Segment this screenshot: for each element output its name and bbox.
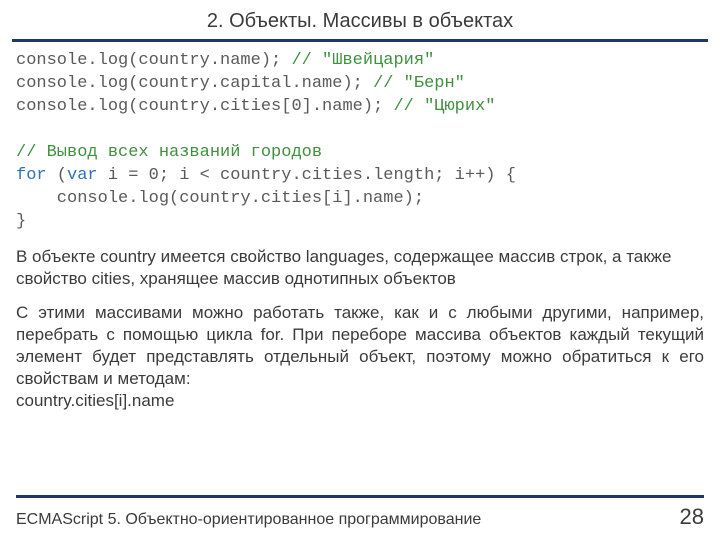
code-line-7: console.log(country.cities[i].name); [16,189,424,208]
slide-header: 2. Объекты. Массивы в объектах [0,0,720,39]
code-line-2: console.log(country.capital.name); // "Б… [16,74,465,93]
paragraph-2: С этими массивами можно работать также, … [16,302,704,390]
footer-title: ECMAScript 5. Объектно-ориентированное п… [16,511,481,529]
page-number: 28 [680,504,704,530]
slide-footer: ECMAScript 5. Объектно-ориентированное п… [0,495,720,540]
paragraph-3: country.cities[i].name [16,390,704,412]
code-line-8: } [16,212,26,231]
code-line-5: // Вывод всех названий городов [16,143,322,162]
slide-title: 2. Объекты. Массивы в объектах [0,10,720,33]
footer-rule [16,495,704,498]
footer-row: ECMAScript 5. Объектно-ориентированное п… [16,504,704,530]
code-line-1: console.log(country.name); // "Швейцария… [16,51,434,70]
code-line-6: for (var i = 0; i < country.cities.lengt… [16,166,516,185]
code-line-3: console.log(country.cities[0].name); // … [16,97,496,116]
slide-content: console.log(country.name); // "Швейцария… [0,42,720,412]
code-block: console.log(country.name); // "Швейцария… [16,50,704,234]
paragraph-1: В объекте country имеется свойство langu… [16,246,704,290]
